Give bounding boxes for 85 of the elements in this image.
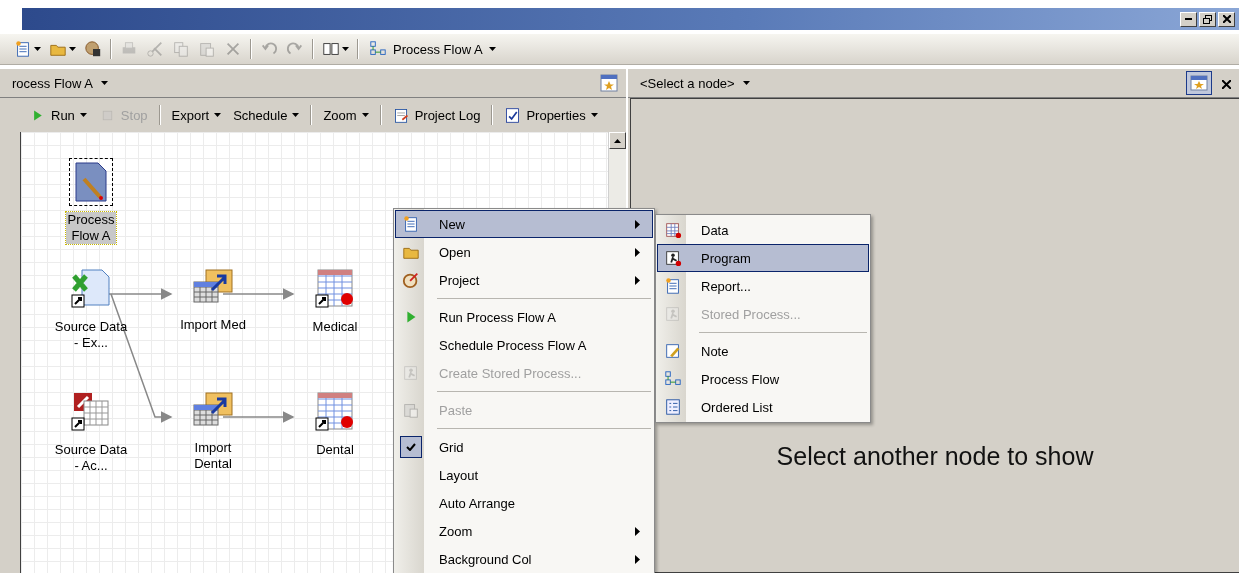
caret-icon bbox=[69, 47, 76, 51]
menu-item[interactable]: Run Process Flow A bbox=[395, 303, 653, 331]
compass-icon bbox=[402, 271, 420, 289]
node-label[interactable]: Source Data - Ex... bbox=[52, 319, 130, 351]
caret-icon bbox=[214, 113, 222, 117]
submenu-arrow-icon bbox=[635, 219, 640, 229]
delete-icon bbox=[224, 40, 242, 58]
submenu-arrow-icon bbox=[635, 554, 640, 564]
menu-item[interactable]: Schedule Process Flow A bbox=[395, 331, 653, 359]
flow-icon bbox=[664, 370, 682, 388]
close-icon bbox=[1222, 15, 1231, 23]
flow-selector[interactable]: Process Flow A bbox=[365, 38, 500, 60]
menu-item[interactable]: Report... bbox=[657, 272, 869, 300]
menu-item[interactable]: Background Col bbox=[395, 545, 653, 573]
node-label[interactable]: Source Data - Ac... bbox=[52, 442, 130, 474]
log-icon bbox=[392, 106, 410, 124]
menu-item[interactable]: New bbox=[395, 210, 653, 238]
close-icon bbox=[1222, 79, 1231, 89]
copy-icon bbox=[172, 40, 190, 58]
document-pencil-icon bbox=[72, 161, 110, 203]
caret-icon bbox=[742, 81, 750, 85]
node-label[interactable]: Dental bbox=[314, 442, 356, 458]
toolbar-button[interactable]: Zoom bbox=[320, 105, 372, 125]
menu-item[interactable]: Grid bbox=[395, 433, 653, 461]
toolbar-button[interactable]: Properties bbox=[501, 104, 601, 126]
restore-button[interactable] bbox=[1199, 11, 1216, 27]
document-icon bbox=[14, 40, 32, 58]
toolbar-button[interactable]: Export bbox=[168, 105, 225, 125]
caret-icon bbox=[590, 113, 598, 117]
menu-item[interactable]: Data bbox=[657, 216, 869, 244]
document-icon bbox=[664, 277, 682, 295]
scroll-up-button[interactable] bbox=[609, 132, 626, 149]
document-icon bbox=[402, 215, 420, 233]
menu-item[interactable]: Process Flow bbox=[657, 365, 869, 393]
submenu-arrow-icon bbox=[635, 275, 640, 285]
columns-icon bbox=[322, 40, 340, 58]
menu-item[interactable]: Open bbox=[395, 238, 653, 266]
caret-icon bbox=[292, 113, 300, 117]
caret-icon bbox=[361, 113, 369, 117]
runner-icon bbox=[402, 364, 420, 382]
menu-item[interactable]: Note bbox=[657, 337, 869, 365]
data-table-icon bbox=[314, 268, 356, 310]
toolbar-button[interactable]: Schedule bbox=[230, 105, 303, 125]
menu-item[interactable]: Zoom bbox=[395, 517, 653, 545]
node-label[interactable]: Import Dental bbox=[174, 440, 252, 472]
toolbar-button[interactable]: Project Log bbox=[389, 104, 484, 126]
pin-button[interactable] bbox=[1186, 71, 1212, 95]
disk-icon bbox=[84, 40, 102, 58]
table-icon bbox=[664, 221, 682, 239]
caret-icon bbox=[488, 47, 496, 51]
minimize-icon bbox=[1185, 18, 1192, 20]
minimize-button[interactable] bbox=[1180, 11, 1197, 27]
clipboard-icon bbox=[198, 40, 216, 58]
caret-icon bbox=[79, 113, 87, 117]
list-icon bbox=[664, 398, 682, 416]
empty-message: Select another node to show bbox=[776, 442, 1094, 472]
node-label[interactable]: Medical bbox=[310, 319, 360, 335]
restore-icon bbox=[1203, 14, 1212, 24]
menu-item[interactable]: Layout bbox=[395, 461, 653, 489]
caret-icon bbox=[342, 47, 349, 51]
runner-icon bbox=[664, 249, 682, 267]
runner-icon bbox=[664, 305, 682, 323]
menu-item[interactable]: Project bbox=[395, 266, 653, 294]
submenu-arrow-icon bbox=[635, 247, 640, 257]
toolbar-button[interactable]: Run bbox=[26, 104, 90, 126]
submenu-arrow-icon bbox=[635, 526, 640, 536]
scissors-icon bbox=[146, 40, 164, 58]
up-arrow-icon bbox=[614, 138, 621, 143]
flow-icon bbox=[369, 40, 387, 58]
spreadsheet-file-icon bbox=[70, 268, 112, 310]
data-table-icon bbox=[314, 391, 356, 433]
menu-item[interactable]: Auto Arrange bbox=[395, 489, 653, 517]
clipboard-icon bbox=[402, 401, 420, 419]
note-icon bbox=[664, 342, 682, 360]
node-label[interactable]: Import Med bbox=[178, 317, 248, 333]
close-button[interactable] bbox=[1218, 11, 1235, 27]
database-file-icon bbox=[70, 391, 112, 433]
node-selector-dropdown[interactable]: <Select a node> bbox=[640, 75, 750, 91]
menu-item[interactable]: Ordered List bbox=[657, 393, 869, 421]
node-label[interactable]: Process Flow A bbox=[65, 212, 117, 244]
pane-title-dropdown[interactable]: rocess Flow A bbox=[12, 75, 108, 91]
caret-icon bbox=[100, 81, 108, 85]
properties-icon bbox=[504, 106, 522, 124]
caret-icon bbox=[34, 47, 41, 51]
menu-item[interactable]: Program bbox=[657, 244, 869, 272]
